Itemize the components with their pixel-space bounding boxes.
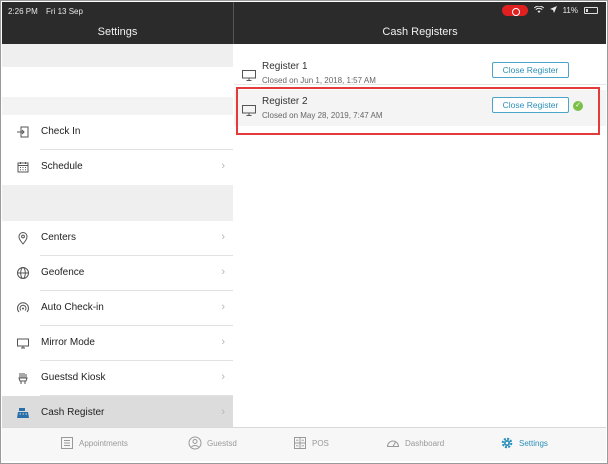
- sidebar-item-auto-check-in[interactable]: Auto Check-in ›: [2, 291, 233, 326]
- sidebar-item-cash-register[interactable]: Cash Register ›: [2, 396, 233, 431]
- cash-register-icon: [16, 406, 30, 420]
- gauge-icon: [386, 436, 400, 450]
- location-arrow-icon: [549, 6, 557, 15]
- register-row-1[interactable]: Register 1 Closed on Jun 1, 2018, 1:57 A…: [234, 55, 606, 91]
- register-row-2[interactable]: Register 2 Closed on May 28, 2019, 7:47 …: [234, 90, 606, 126]
- row-divider: [234, 84, 606, 85]
- tab-label: Guestsd: [207, 438, 237, 448]
- tab-label: Dashboard: [405, 438, 445, 448]
- list-icon: [60, 436, 74, 450]
- sidebar-spacer-2: [2, 97, 233, 115]
- sidebar-item-label: Guestsd Kiosk: [41, 372, 106, 383]
- tab-appointments[interactable]: Appointments: [60, 436, 128, 450]
- cash-registers-panel: Register 1 Closed on Jun 1, 2018, 1:57 A…: [234, 44, 606, 427]
- battery-percent: 11%: [562, 6, 578, 15]
- status-date: Fri 13 Sep: [46, 7, 83, 16]
- person-icon: [188, 436, 202, 450]
- cash-registers-title: Cash Registers: [382, 26, 458, 38]
- sidebar-item-label: Auto Check-in: [41, 302, 104, 313]
- chevron-right-icon: ›: [221, 406, 225, 418]
- monitor-icon: [242, 103, 256, 121]
- sidebar-item-label: Cash Register: [41, 407, 105, 418]
- kiosk-icon: [16, 371, 30, 385]
- tab-guestsd[interactable]: Guestsd: [188, 436, 237, 450]
- sidebar-item-mirror-mode[interactable]: Mirror Mode ›: [2, 326, 233, 361]
- sidebar-item-label: Mirror Mode: [41, 337, 95, 348]
- wifi-icon: [533, 5, 544, 16]
- broadcast-icon: [16, 301, 30, 315]
- tab-dashboard[interactable]: Dashboard: [386, 436, 444, 450]
- location-pin-icon: [16, 231, 30, 245]
- sidebar-item-guestsd-kiosk[interactable]: Guestsd Kiosk ›: [2, 361, 233, 396]
- chevron-right-icon: ›: [221, 231, 225, 243]
- settings-title: Settings: [97, 26, 138, 38]
- screen-record-icon[interactable]: [501, 5, 528, 16]
- sidebar-spacer-top: [2, 44, 233, 67]
- monitor-icon: [16, 336, 30, 350]
- sidebar-item-label: Check In: [41, 126, 81, 137]
- chevron-right-icon: ›: [221, 301, 225, 313]
- grid-icon: [293, 436, 307, 450]
- tab-pos[interactable]: POS: [293, 436, 329, 450]
- bottom-tab-bar: Appointments Guestsd POS Dashboard Setti…: [2, 427, 606, 461]
- sidebar-item-label: Schedule: [41, 161, 83, 172]
- checkmark-icon: ✓: [573, 101, 583, 111]
- check-in-icon: [16, 125, 30, 139]
- chevron-right-icon: ›: [221, 266, 225, 278]
- register-name: Register 1: [262, 61, 308, 72]
- settings-sidebar: Check In Schedule › Centers › Geofence ›: [2, 44, 233, 431]
- app-frame: 2:26 PM Fri 13 Sep 11% Settings Cash Reg…: [0, 0, 608, 464]
- close-register-button[interactable]: Close Register: [492, 62, 569, 78]
- status-time: 2:26 PM: [8, 7, 38, 16]
- sidebar-item-geofence[interactable]: Geofence ›: [2, 256, 233, 291]
- chevron-right-icon: ›: [221, 336, 225, 348]
- settings-navbar: Settings: [2, 20, 233, 44]
- globe-icon: [16, 266, 30, 280]
- register-name: Register 2: [262, 96, 308, 107]
- tab-label: Settings: [519, 438, 548, 448]
- battery-icon: [584, 7, 598, 14]
- gear-icon: [500, 436, 514, 450]
- tab-label: Appointments: [79, 438, 128, 448]
- tab-label: POS: [312, 438, 329, 448]
- cash-registers-navbar: Cash Registers: [234, 20, 606, 44]
- calendar-icon: [16, 160, 30, 174]
- register-closed-date: Closed on May 28, 2019, 7:47 AM: [262, 111, 383, 120]
- close-register-button[interactable]: Close Register: [492, 97, 569, 113]
- chevron-right-icon: ›: [221, 160, 225, 172]
- sidebar-section-gap: [2, 185, 233, 221]
- status-bar: 2:26 PM Fri 13 Sep 11%: [2, 2, 606, 20]
- sidebar-item-schedule[interactable]: Schedule ›: [2, 150, 233, 185]
- sidebar-item-check-in[interactable]: Check In: [2, 115, 233, 150]
- tab-settings[interactable]: Settings: [500, 436, 548, 450]
- sidebar-item-label: Centers: [41, 232, 77, 243]
- chevron-right-icon: ›: [221, 371, 225, 383]
- sidebar-item-centers[interactable]: Centers ›: [2, 221, 233, 256]
- sidebar-blank-row: [2, 67, 233, 97]
- sidebar-item-label: Geofence: [41, 267, 85, 278]
